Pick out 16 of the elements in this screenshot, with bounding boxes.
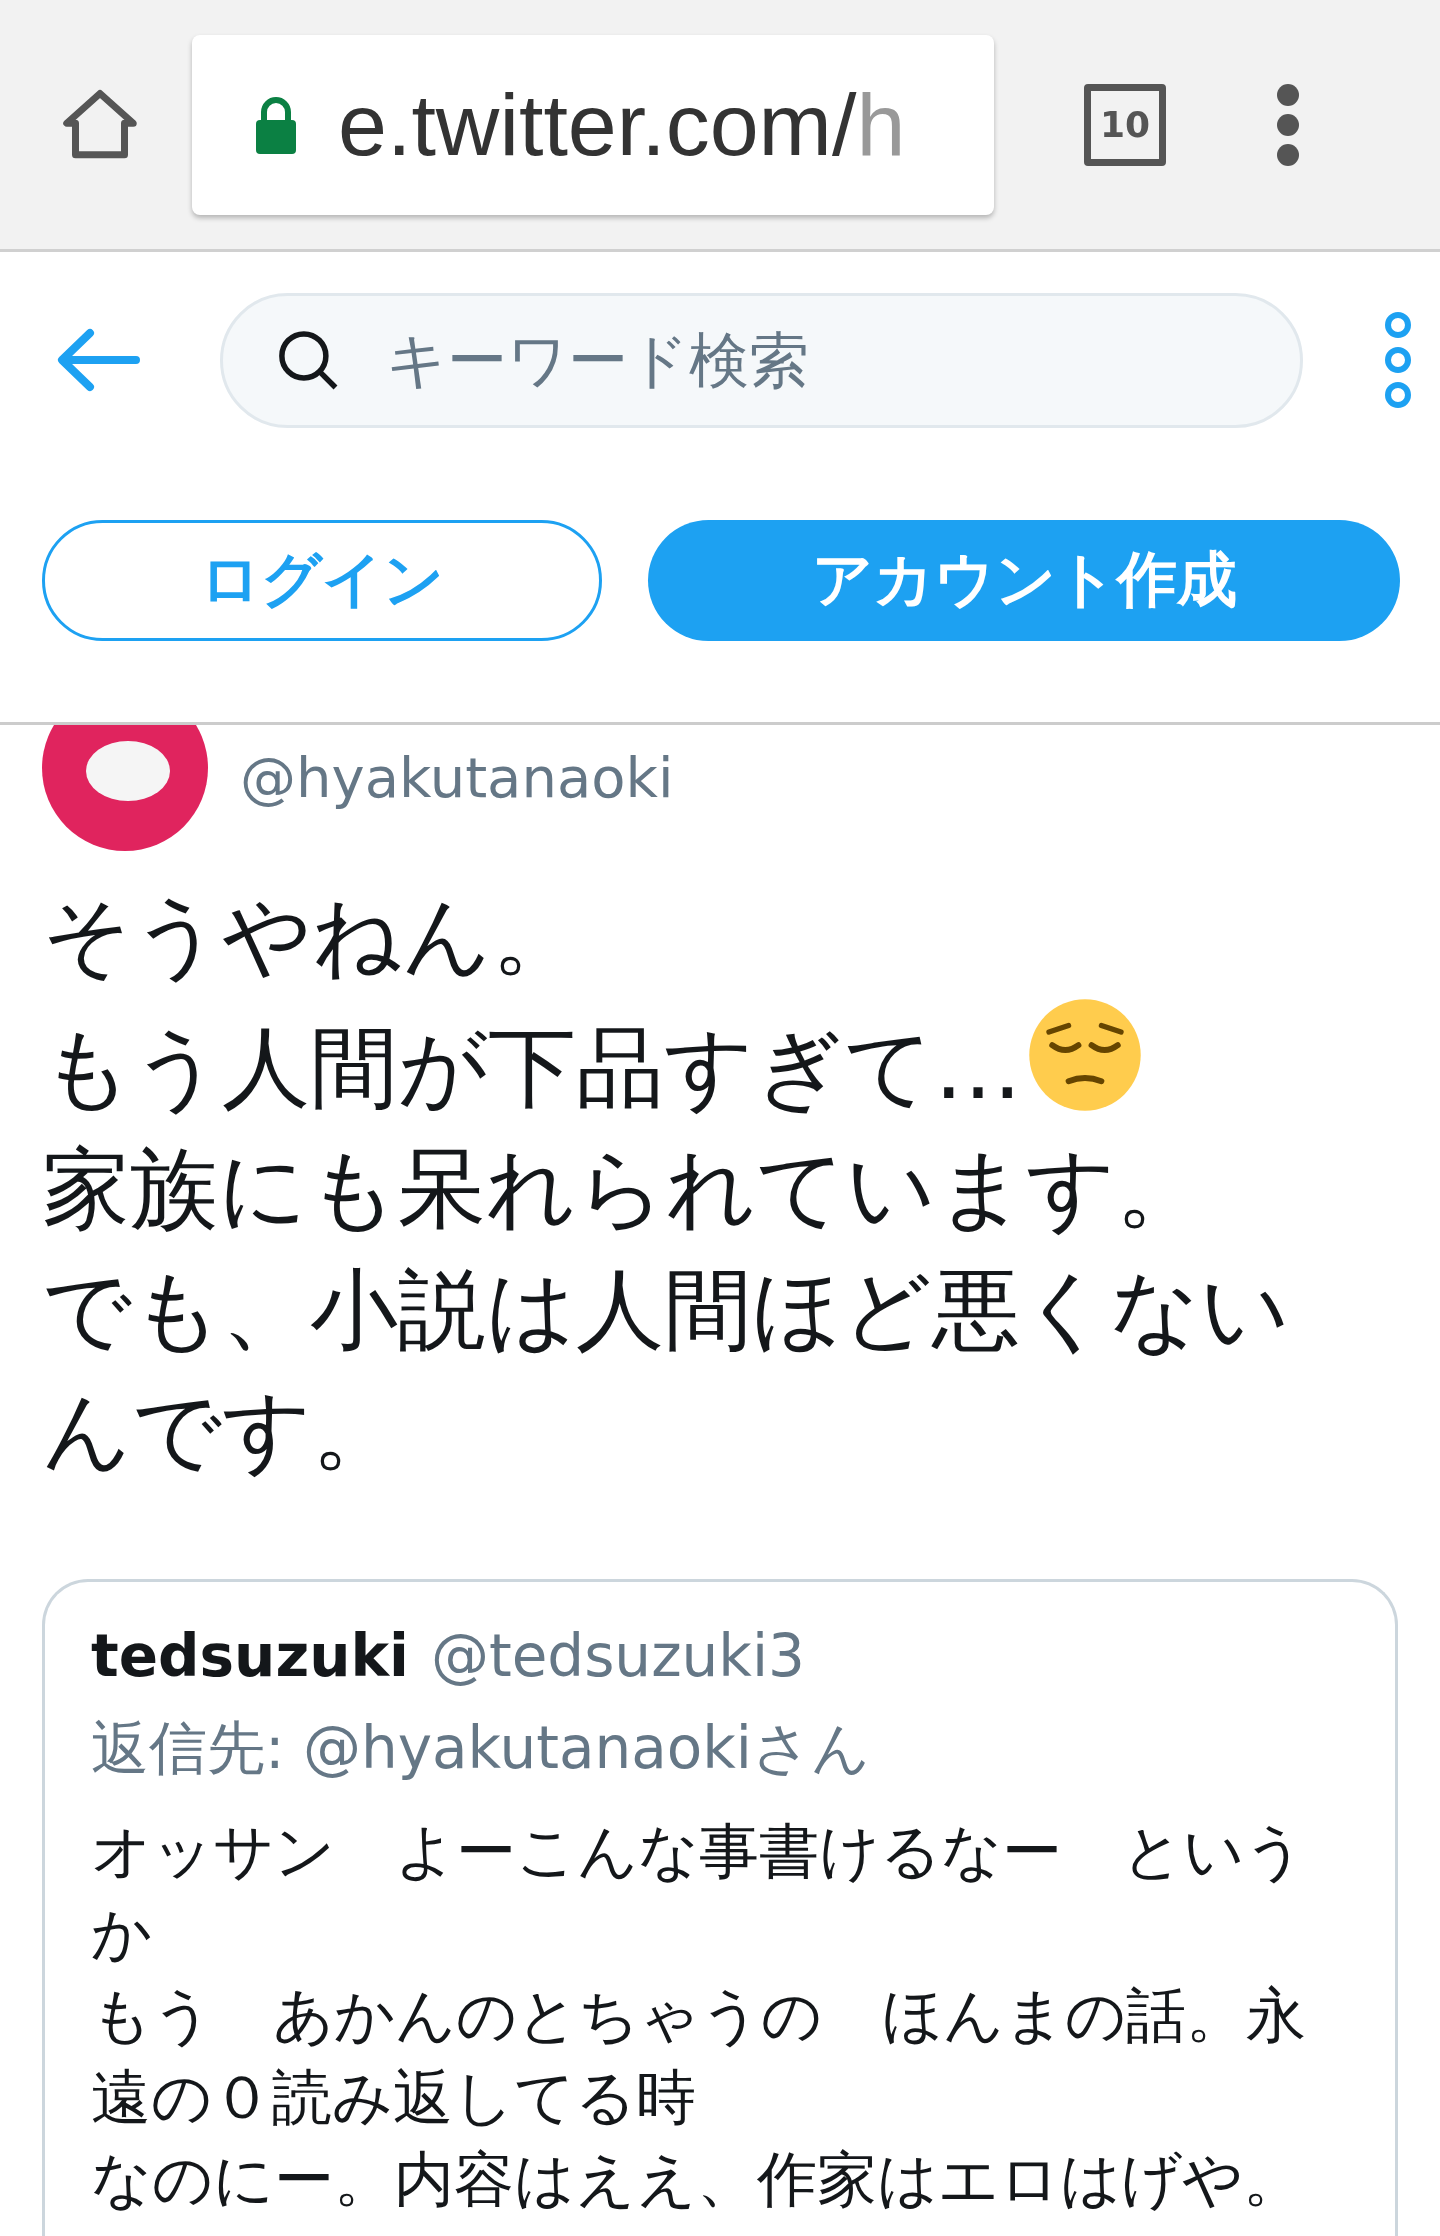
more-options-icon[interactable]: [1383, 310, 1413, 410]
menu-icon[interactable]: [1276, 82, 1300, 167]
quoted-tweet-card[interactable]: tedsuzuki @tedsuzuki3 返信先: @hyakutanaokiさん オッサン よーこんな事書けるなー というか もう あかんのとちゃうの ほんまの話。永遠の０読み返してる時 なのにー。内容はええ、作家はエロはげや。: [42, 1579, 1398, 2236]
display-name: tedsuzuki: [91, 1622, 409, 1690]
tweet-text: そうやねん。 もう人間が下品すぎて… 家族にも呆れられています。 でも、小説は人間ほど悪くないんです。: [41, 883, 1291, 1484]
address-bar[interactable]: e.twitter.com/h: [192, 34, 994, 215]
reply-to-label: 返信先: @hyakutanaokiさん: [91, 1713, 871, 1784]
url-text: e.twitter.com/h: [338, 73, 906, 176]
pensive-emoji-icon: [1026, 996, 1144, 1114]
avatar[interactable]: [42, 725, 208, 851]
user-handle[interactable]: @hyakutanaoki: [240, 745, 674, 810]
tab-count-button[interactable]: 10: [1084, 83, 1166, 166]
search-field[interactable]: キーワード検索: [220, 292, 1303, 428]
back-arrow-icon[interactable]: [56, 327, 140, 393]
user-handle: @tedsuzuki3: [430, 1622, 805, 1690]
quoted-tweet-text: オッサン よーこんな事書けるなー というか もう あかんのとちゃうの ほんまの話。永遠の０読み返してる時 なのにー。内容はええ、作家はエロはげや。: [91, 1815, 1307, 2216]
